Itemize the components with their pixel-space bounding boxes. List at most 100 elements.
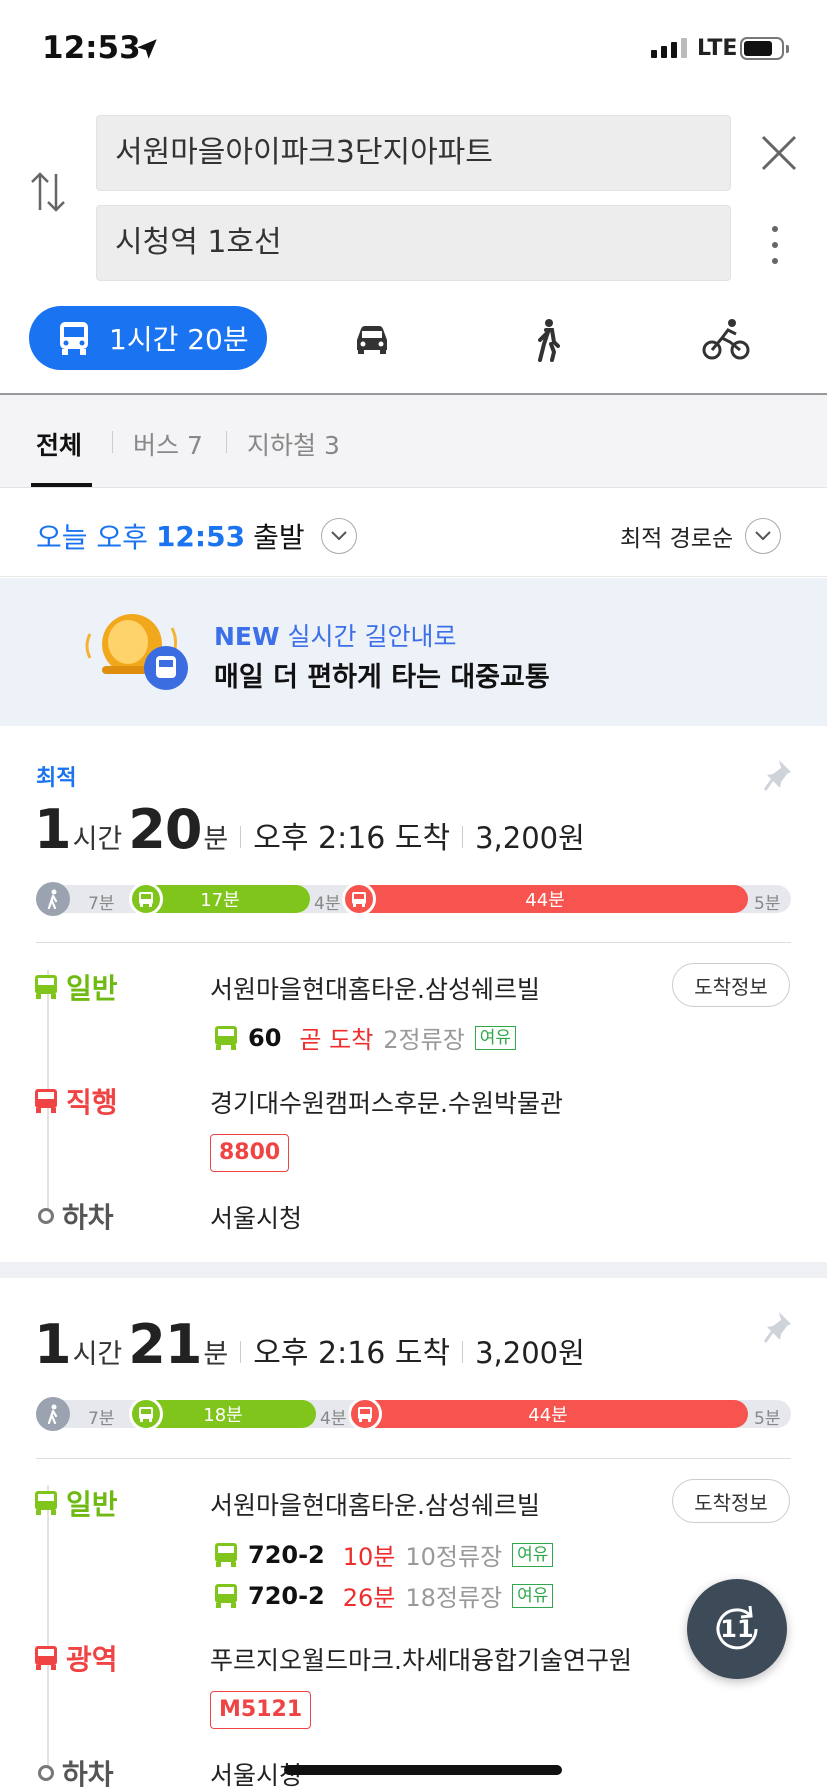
- bus-stops-away: 2정류장: [383, 1026, 465, 1054]
- bus-icon: [35, 1089, 57, 1113]
- departure-suffix: 출발: [253, 521, 305, 554]
- bus-line-row[interactable]: 720-2 26분 18정류장 여유: [214, 1578, 554, 1613]
- walk-time: 5분: [754, 894, 781, 914]
- leg-type-alight: 하차: [38, 1753, 114, 1790]
- bus-line-row[interactable]: 60 곧 도착 2정류장 여유: [214, 1020, 517, 1055]
- walk-icon[interactable]: [532, 318, 564, 362]
- tab-subway[interactable]: 지하철 3: [247, 426, 340, 462]
- bus-number: 720-2: [248, 1581, 325, 1610]
- alight-stop[interactable]: 서울시청: [210, 1199, 302, 1235]
- leg-type-general: 일반: [34, 1483, 118, 1523]
- destination-input[interactable]: 시청역 1호선: [96, 205, 731, 281]
- bus-icon: [215, 1025, 237, 1050]
- arrival-time: 오후 2:16 도착: [253, 1336, 451, 1371]
- leg-type-express: 직행: [34, 1081, 118, 1121]
- bell-bus-icon: [85, 614, 188, 690]
- departure-time-selector[interactable]: 오늘 오후 12:53 출발: [36, 516, 357, 556]
- route-summary[interactable]: 1 시간 21 분 오후 2:16 도착 3,200원: [34, 1313, 585, 1376]
- walk-icon: [36, 1397, 70, 1431]
- route-summary[interactable]: 1 시간 20 분 오후 2:16 도착 3,200원: [34, 798, 585, 861]
- divider: [36, 942, 791, 943]
- leg-type-label: 하차: [62, 1758, 114, 1790]
- chevron-down-icon: [745, 518, 782, 554]
- more-routes-fab[interactable]: 11: [687, 1579, 787, 1679]
- divider: [0, 576, 827, 577]
- arrival-info-button[interactable]: 도착정보: [672, 1479, 790, 1523]
- hours-unit: 시간: [72, 1339, 123, 1370]
- walk-time: 4분: [314, 894, 341, 914]
- leg-type-label: 광역: [66, 1643, 118, 1676]
- boarding-stop[interactable]: 서원마을현대홈타운.삼성쉐르빌: [210, 970, 540, 1006]
- fare: 3,200원: [475, 821, 585, 855]
- walk-time: 5분: [754, 1409, 781, 1429]
- fare: 3,200원: [475, 1336, 585, 1370]
- bus-icon: [35, 1646, 57, 1670]
- crowd-status: 여유: [512, 1542, 554, 1567]
- network-label: LTE: [697, 36, 738, 61]
- close-icon[interactable]: [760, 134, 798, 172]
- route-number-badge[interactable]: 8800: [210, 1134, 290, 1172]
- departure-prefix: 오늘 오후: [36, 521, 148, 554]
- leg-type-wide-area: 광역: [34, 1638, 118, 1678]
- leg-type-label: 일반: [66, 1488, 118, 1521]
- minutes-unit: 분: [203, 824, 229, 855]
- leg-type-general: 일반: [34, 967, 118, 1007]
- tab-separator: [112, 431, 113, 453]
- bus-stops-away: 10정류장: [405, 1543, 503, 1571]
- bus-number: 60: [248, 1023, 282, 1052]
- mode-transit-button[interactable]: 1시간 20분: [29, 306, 267, 370]
- chevron-down-icon: [320, 518, 357, 554]
- bus-icon: [215, 1583, 237, 1608]
- status-time: 12:53: [42, 30, 141, 66]
- pin-icon[interactable]: [763, 758, 793, 792]
- bus-icon: [215, 1542, 237, 1567]
- walk-time: 7분: [88, 1409, 115, 1429]
- swap-icon[interactable]: [28, 168, 68, 216]
- minutes-unit: 분: [203, 1339, 229, 1370]
- bus-number: 720-2: [248, 1540, 325, 1569]
- bus-line-row[interactable]: 720-2 10분 10정류장 여유: [214, 1537, 554, 1572]
- alight-dot-icon: [38, 1208, 54, 1224]
- sort-selector[interactable]: 최적 경로순: [620, 518, 782, 554]
- walk-icon: [36, 882, 70, 916]
- crowd-status: 여유: [474, 1025, 517, 1050]
- tab-bus[interactable]: 버스 7: [133, 426, 203, 462]
- bus-icon: [129, 1397, 163, 1431]
- arrival-info-button[interactable]: 도착정보: [672, 963, 790, 1007]
- bus-icon: [35, 1491, 57, 1515]
- battery-tip: [786, 45, 789, 53]
- banner-subtitle: 매일 더 편하게 타는 대중교통: [214, 662, 550, 693]
- new-badge: NEW: [214, 622, 280, 651]
- route-hours: 1: [34, 798, 72, 861]
- transfer-stop[interactable]: 경기대수원캠퍼스후문.수원박물관: [210, 1084, 563, 1120]
- origin-input[interactable]: 서원마을아이파크3단지아파트: [96, 115, 731, 191]
- alight-dot-icon: [38, 1765, 54, 1781]
- bus-eta: 10분: [342, 1543, 396, 1571]
- location-arrow-icon: [137, 39, 157, 59]
- bike-icon[interactable]: [702, 318, 750, 362]
- bus-icon: [129, 882, 163, 916]
- walk-time: 7분: [88, 894, 115, 914]
- bus-icon: [35, 975, 57, 999]
- boarding-stop[interactable]: 서원마을현대홈타운.삼성쉐르빌: [210, 1486, 540, 1522]
- transit-duration: 1시간 20분: [109, 323, 249, 356]
- arrival-time: 오후 2:16 도착: [253, 821, 451, 856]
- banner-title-text: 실시간 길안내로: [287, 622, 457, 651]
- battery-icon: [740, 37, 784, 60]
- leg-type-label: 직행: [66, 1086, 118, 1119]
- fab-count: 11: [720, 1615, 754, 1643]
- tab-all[interactable]: 전체: [36, 426, 82, 462]
- pin-icon[interactable]: [763, 1310, 793, 1344]
- divider: [36, 1458, 791, 1459]
- leg-type-label: 일반: [66, 972, 118, 1005]
- more-options-icon[interactable]: [772, 226, 778, 264]
- leg-type-alight: 하차: [38, 1196, 114, 1236]
- transfer-stop[interactable]: 푸르지오월드마크.차세대융합기술연구원: [210, 1641, 632, 1677]
- car-icon[interactable]: [352, 318, 392, 358]
- home-indicator: [284, 1765, 562, 1775]
- best-route-badge: 최적: [36, 766, 77, 791]
- route-number-badge[interactable]: M5121: [210, 1691, 312, 1729]
- route-separator: [0, 1262, 827, 1278]
- banner-title: NEW 실시간 길안내로: [214, 617, 456, 653]
- tabs-bar: [0, 395, 827, 487]
